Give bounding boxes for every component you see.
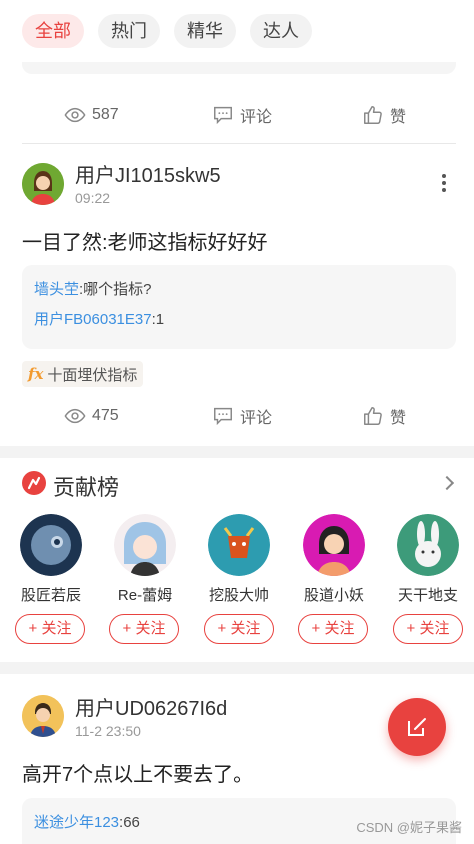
- username[interactable]: 用户JI1015skw5: [75, 159, 221, 188]
- user-avatar[interactable]: [22, 163, 64, 205]
- post-text: 高开7个点以上不要去了。: [22, 764, 254, 786]
- expert-avatar: [397, 514, 459, 576]
- reply-box[interactable]: 墙头茔:哪个指标? 用户FB06031E37:1: [22, 265, 456, 349]
- compose-button[interactable]: [388, 698, 446, 756]
- function-icon: fx: [28, 365, 44, 383]
- views-count: 587: [92, 106, 119, 123]
- expert-name: 挖股大帅: [208, 587, 269, 604]
- eye-icon: [64, 408, 86, 424]
- reply-text: :哪个指标?: [79, 281, 152, 298]
- reply-author[interactable]: 迷途少年123: [34, 814, 119, 831]
- follow-button[interactable]: + 关注: [298, 614, 368, 644]
- follow-button[interactable]: + 关注: [204, 614, 274, 644]
- watermark: CSDN @妮子果酱: [356, 820, 462, 835]
- like-button[interactable]: 赞: [362, 103, 406, 127]
- ranking-icon: [22, 471, 46, 495]
- thumbs-up-icon: [364, 407, 382, 425]
- expert-card[interactable]: 股道小妖: [292, 514, 376, 605]
- follow-button[interactable]: + 关注: [109, 614, 179, 644]
- user-avatar-image: [22, 163, 64, 205]
- tab-featured[interactable]: 精华: [174, 14, 236, 48]
- post-card: 587 评论 赞: [0, 62, 474, 144]
- post-actions: 587 评论 赞: [0, 95, 474, 135]
- follow-button[interactable]: + 关注: [15, 614, 85, 644]
- expert-avatar: [303, 514, 365, 576]
- post-card: 用户JI1015skw5 09:22 一目了然:老师这指标好好好 墙头茔:哪个指…: [0, 144, 474, 446]
- reply-author[interactable]: 墙头茔: [34, 281, 79, 298]
- comment-icon: [214, 407, 232, 426]
- eye-icon: [64, 107, 86, 123]
- post-time: 09:22: [75, 190, 111, 206]
- comment-button[interactable]: 评论: [212, 404, 272, 428]
- post-actions: 475 评论 赞: [0, 396, 474, 436]
- like-button[interactable]: 赞: [362, 404, 406, 428]
- reply-box-stub: [22, 62, 456, 74]
- thumbs-up-icon: [364, 106, 382, 124]
- user-avatar-image: [22, 695, 64, 737]
- contribution-ranking: 贡献榜 股匠若辰 + 关注 Re-蕾姆 + 关注 挖股大帅 + 关注 股道小妖 …: [0, 458, 474, 662]
- expert-card[interactable]: 股匠若辰: [9, 514, 93, 605]
- indicator-tag[interactable]: fx 十面埋伏指标: [22, 361, 144, 387]
- reply-author[interactable]: 用户FB06031E37: [34, 311, 152, 328]
- indicator-tag-label: 十面埋伏指标: [47, 366, 138, 384]
- comment-button[interactable]: 评论: [212, 103, 272, 127]
- user-avatar[interactable]: [22, 695, 64, 737]
- expert-name: 股道小妖: [303, 587, 364, 604]
- filter-tabs: 全部 热门 精华 达人: [0, 0, 474, 62]
- follow-button[interactable]: + 关注: [393, 614, 463, 644]
- comment-label: 评论: [240, 410, 273, 427]
- expert-name: Re-蕾姆: [117, 587, 173, 604]
- expert-name: 股匠若辰: [20, 587, 81, 604]
- views-stat: 587: [64, 104, 119, 126]
- tab-experts[interactable]: 达人: [250, 14, 312, 48]
- reply-text: :1: [151, 311, 165, 328]
- chevron-right-icon[interactable]: [439, 475, 455, 491]
- expert-avatar: [20, 514, 82, 576]
- tab-all[interactable]: 全部: [22, 14, 84, 48]
- reply-text: :66: [119, 814, 140, 831]
- expert-card[interactable]: 挖股大帅: [197, 514, 281, 605]
- username[interactable]: 用户UD06267I6d: [75, 692, 227, 721]
- reply-item: 用户FB06031E37:1: [34, 305, 444, 335]
- like-label: 赞: [390, 410, 407, 427]
- edit-icon: [408, 718, 426, 736]
- expert-avatar: [114, 514, 176, 576]
- comment-label: 评论: [240, 109, 273, 126]
- expert-card[interactable]: Re-蕾姆: [103, 514, 187, 605]
- tab-hot[interactable]: 热门: [98, 14, 160, 48]
- views-stat: 475: [64, 405, 119, 427]
- comment-icon: [214, 106, 232, 125]
- ranking-title: 贡献榜: [53, 475, 120, 500]
- more-options-icon[interactable]: [442, 174, 446, 195]
- reply-item: 墙头茔:哪个指标?: [34, 275, 444, 305]
- post-time: 11-2 23:50: [75, 723, 141, 739]
- expert-name: 天干地支: [397, 587, 458, 604]
- views-count: 475: [92, 407, 119, 424]
- expert-avatar: [208, 514, 270, 576]
- like-label: 赞: [390, 109, 407, 126]
- expert-card[interactable]: 天干地支: [386, 514, 470, 605]
- post-text: 一目了然:老师这指标好好好: [22, 232, 268, 254]
